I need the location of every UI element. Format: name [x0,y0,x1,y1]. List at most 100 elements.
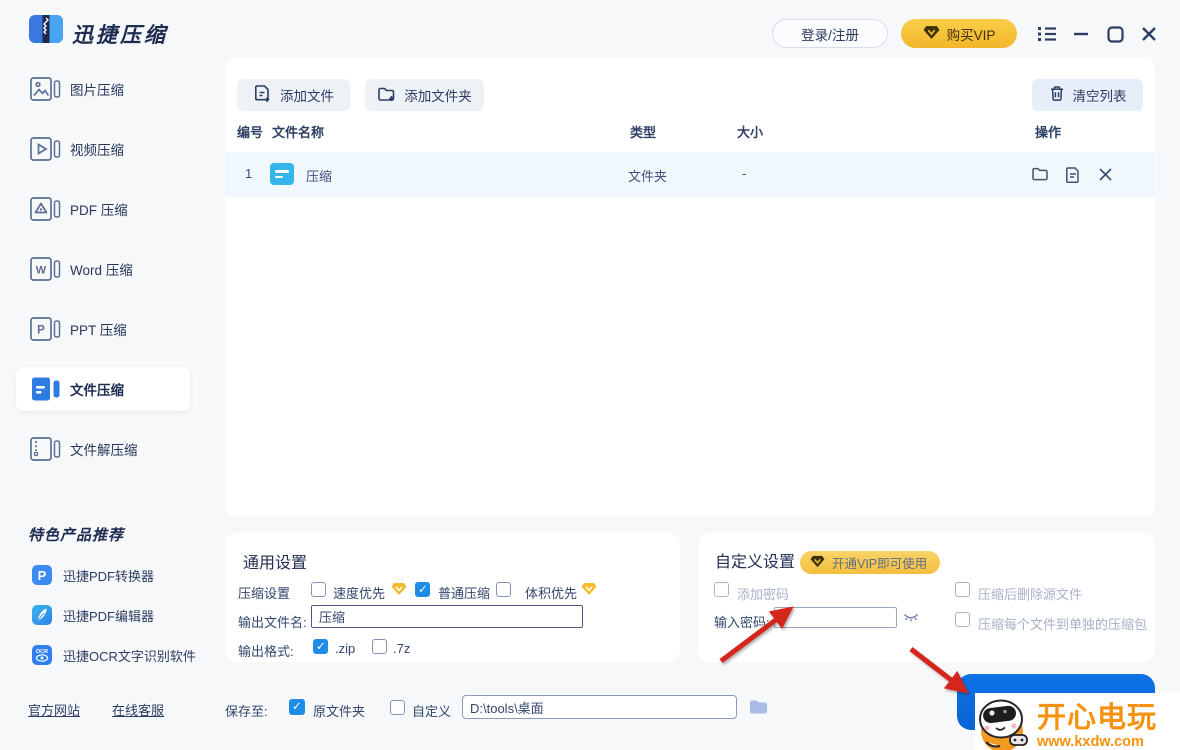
sidebar-item-label: PDF 压缩 [70,203,128,218]
watermark-mascot-icon [972,695,1038,750]
checkbox-add-password[interactable] [714,582,729,597]
sidebar-item-label: 文件压缩 [70,383,124,398]
col-header-type: 类型 [630,125,657,140]
row-index: 1 [245,166,253,181]
minimize-button[interactable] [1070,23,1092,45]
output-name-input[interactable] [311,605,583,628]
file-decompress-icon [28,434,62,464]
sidebar-item-label: PPT 压缩 [70,323,127,338]
product-pdf-converter[interactable]: P 迅捷PDF转换器 [32,565,154,585]
sidebar-item-video-compress[interactable]: 视频压缩 [0,127,210,171]
sidebar-item-label: 视频压缩 [70,143,124,158]
watermark-url: www.kxdw.com [1037,734,1144,750]
col-header-index: 编号 [237,125,264,140]
save-path-input[interactable] [462,695,737,719]
ocr-icon: OCR [32,645,52,665]
checkbox-normal-compress[interactable] [415,582,430,597]
file-detail-icon[interactable] [1065,166,1081,189]
svg-text:W: W [36,265,47,277]
video-compress-icon [28,134,62,164]
titlebar: 迅捷压缩 登录/注册 购买VIP [0,0,1180,58]
ppt-compress-icon: P [28,314,62,344]
vip-diamond-icon [810,555,825,571]
login-register-button[interactable]: 登录/注册 [772,19,888,48]
clear-list-button[interactable]: 清空列表 [1032,79,1143,111]
col-header-size: 大小 [737,125,764,140]
add-file-button[interactable]: 添加文件 [237,79,350,111]
app-window: 迅捷压缩 登录/注册 购买VIP 图片压缩 视频压缩 PDF 压缩 W Word… [0,0,1180,750]
open-folder-icon[interactable] [1031,166,1049,187]
custom-settings-panel: 自定义设置 开通VIP即可使用 添加密码 输入密码: 压缩后删除源文件 压缩每个… [698,533,1155,662]
browse-folder-icon[interactable] [748,698,769,721]
checkbox-speed-priority[interactable] [311,582,326,597]
file-compress-icon [28,374,62,404]
row-file-type: 文件夹 [628,169,668,184]
checkbox-custom-path[interactable] [390,700,405,715]
sidebar-item-label: Word 压缩 [70,263,133,278]
sidebar-item-image-compress[interactable]: 图片压缩 [0,67,210,111]
watermark-title: 开心电玩 [1037,702,1158,734]
checkbox-original-folder[interactable] [289,699,305,715]
sidebar-item-file-decompress[interactable]: 文件解压缩 [0,427,210,471]
speed-priority-label: 速度优先 [333,586,386,601]
image-compress-icon [28,74,62,104]
table-row: 1 压缩 文件夹 - [225,152,1155,197]
checkbox-size-priority[interactable] [496,582,511,597]
pdf-converter-icon: P [32,565,52,585]
app-title: 迅捷压缩 [72,24,168,47]
checkbox-7z[interactable] [372,639,387,654]
svg-text:OCR: OCR [36,649,48,655]
buy-vip-button[interactable]: 购买VIP [901,19,1017,48]
add-folder-button[interactable]: 添加文件夹 [365,79,484,111]
maximize-button[interactable] [1104,23,1126,45]
original-folder-label: 原文件夹 [313,704,366,719]
online-support-link[interactable]: 在线客服 [112,700,164,719]
promo-header: 特色产品推荐 [28,527,125,544]
size-priority-label: 体积优先 [525,586,578,601]
menu-icon[interactable] [1036,23,1058,45]
product-label: 迅捷OCR文字识别软件 [63,648,196,664]
svg-text:P: P [38,568,47,583]
sidebar-item-label: 图片压缩 [70,83,124,98]
zip-label: .zip [335,641,356,656]
checkbox-separate-archive[interactable] [955,612,970,627]
sidebar-item-pdf-compress[interactable]: PDF 压缩 [0,187,210,231]
row-file-size: - [742,166,747,181]
trash-icon [1049,85,1065,105]
pdf-compress-icon [28,194,62,224]
sidebar-item-ppt-compress[interactable]: P PPT 压缩 [0,307,210,351]
7z-label: .7z [393,641,411,656]
sidebar-item-word-compress[interactable]: W Word 压缩 [0,247,210,291]
normal-compress-label: 普通压缩 [438,586,491,601]
password-input[interactable] [774,607,897,628]
col-header-name: 文件名称 [272,125,325,140]
sidebar-item-file-compress[interactable]: 文件压缩 [0,367,210,411]
general-settings-panel: 通用设置 压缩设置 速度优先 普通压缩 体积优先 输出文件名: 输出格式: .z… [225,533,680,662]
general-settings-title: 通用设置 [243,555,308,572]
checkbox-zip[interactable] [313,639,328,654]
product-pdf-editor[interactable]: 迅捷PDF编辑器 [32,605,154,625]
vip-gem-icon [581,582,597,601]
file-list-panel: 添加文件 添加文件夹 清空列表 编号 文件名称 类型 大小 操作 1 压缩 文件… [225,58,1155,517]
pdf-editor-icon [32,605,52,625]
official-site-link[interactable]: 官方网站 [28,700,80,719]
close-button[interactable] [1138,23,1160,45]
custom-path-label: 自定义 [412,704,452,719]
watermark: 开心电玩 www.kxdw.com [975,693,1180,750]
password-label: 输入密码: [714,615,770,630]
vip-gem-icon [391,582,407,601]
output-format-label: 输出格式: [238,644,294,659]
eye-closed-icon[interactable] [903,611,919,629]
vip-diamond-icon [923,25,940,43]
col-header-ops: 操作 [1035,125,1062,140]
archive-file-icon [270,163,294,185]
add-folder-icon [377,85,396,106]
save-to-label: 保存至: [225,704,268,719]
app-logo-icon [28,13,66,50]
word-compress-icon: W [28,254,62,284]
vip-unlock-badge[interactable]: 开通VIP即可使用 [800,551,941,574]
product-ocr[interactable]: OCR 迅捷OCR文字识别软件 [32,645,196,665]
add-password-label: 添加密码 [737,587,790,602]
remove-row-icon[interactable] [1098,167,1113,187]
checkbox-delete-source[interactable] [955,582,970,597]
